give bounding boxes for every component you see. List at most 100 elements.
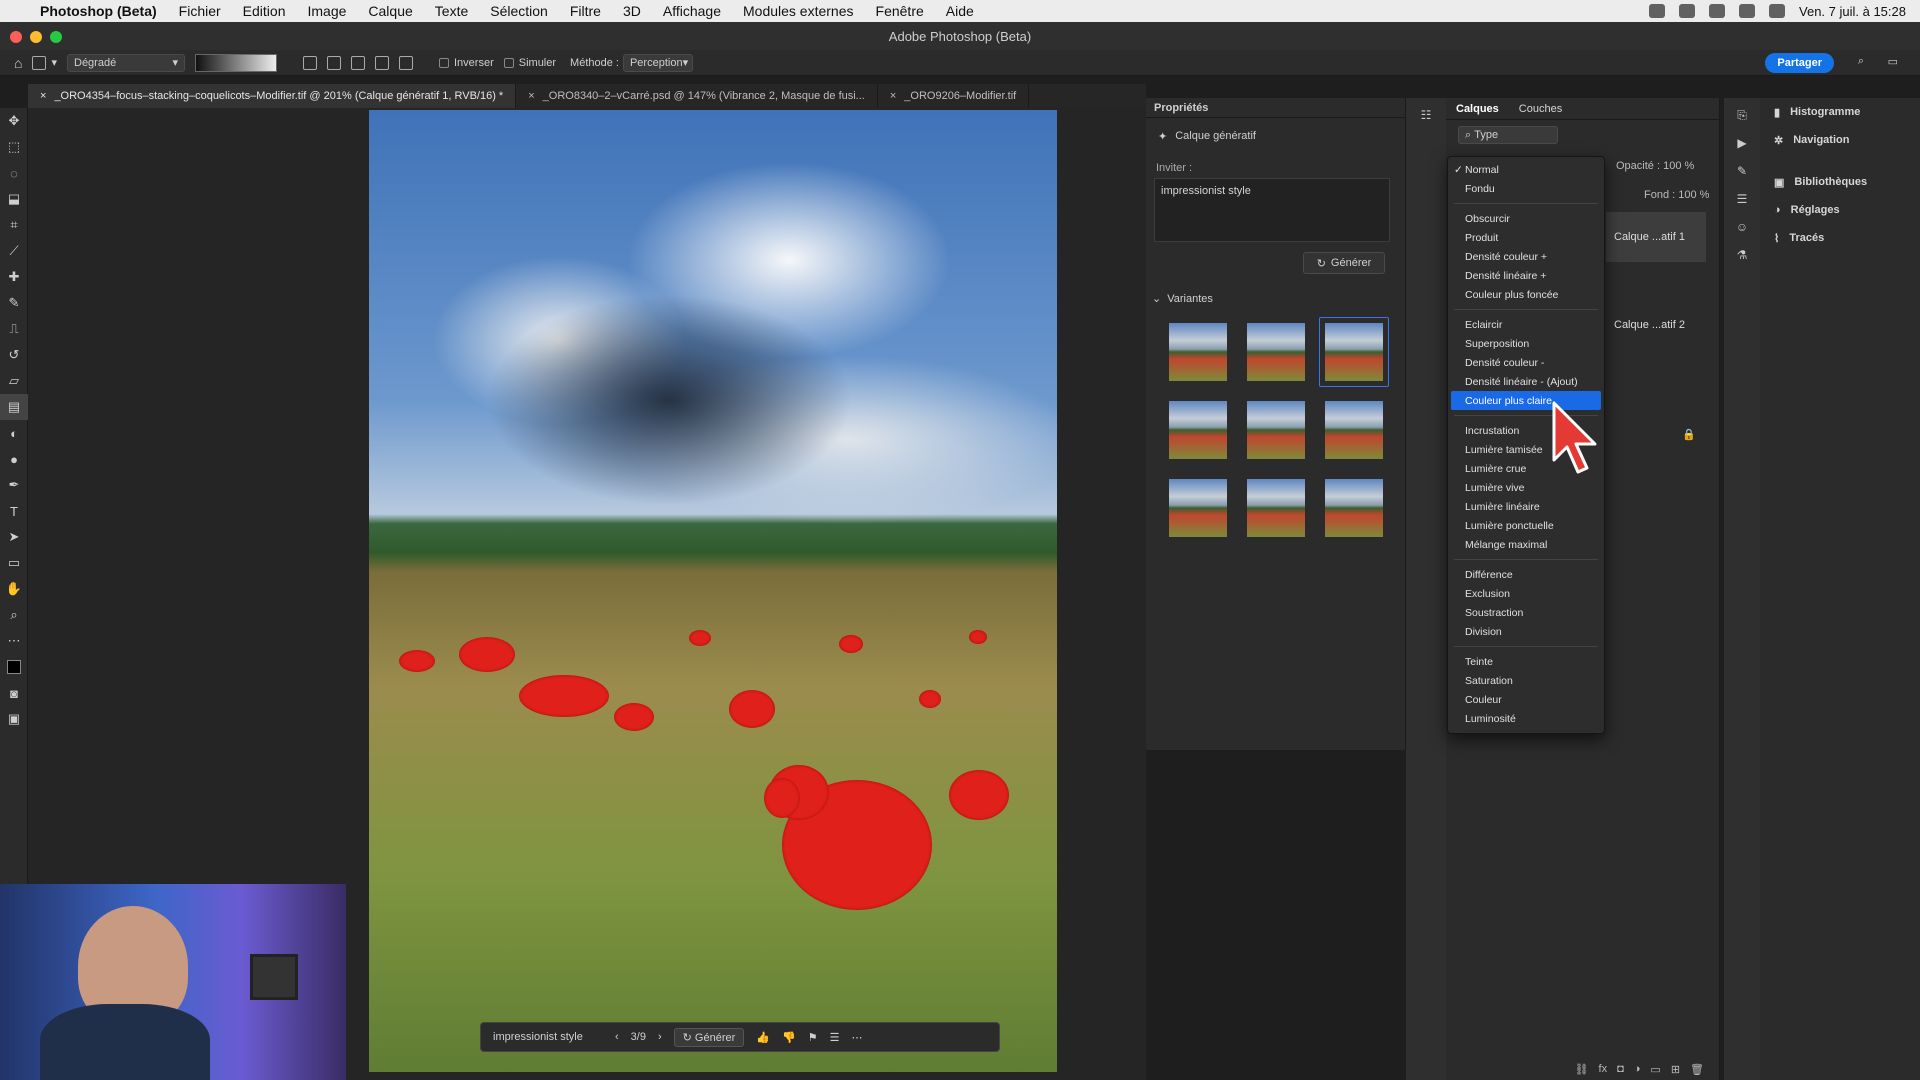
flask-icon[interactable]: ⚗ — [1733, 248, 1751, 266]
pen-tool-icon[interactable]: ✒ — [0, 472, 28, 498]
brush-tool-icon[interactable]: ✎ — [0, 290, 28, 316]
menu-texte[interactable]: Texte — [435, 3, 468, 19]
variant-thumb[interactable] — [1163, 395, 1233, 465]
blend-melange-maximal[interactable]: Mélange maximal — [1448, 535, 1604, 554]
blend-densite-lineaire-plus[interactable]: Densité linéaire + — [1448, 266, 1604, 285]
doc-tab-3[interactable]: × _ORO9206–Modifier.tif — [878, 84, 1030, 108]
menu-filtre[interactable]: Filtre — [570, 3, 601, 19]
crop-tool-icon[interactable]: ⌗ — [0, 212, 28, 238]
layer-row[interactable]: Calque ...atif 2 — [1606, 300, 1706, 350]
panel-adjustments[interactable]: ◑ Réglages — [1760, 196, 1920, 224]
variant-thumb[interactable] — [1241, 395, 1311, 465]
close-icon[interactable] — [10, 31, 22, 43]
menu-edition[interactable]: Edition — [243, 3, 286, 19]
variant-thumb-selected[interactable] — [1319, 317, 1389, 387]
zoom-icon[interactable] — [50, 31, 62, 43]
chevron-right-icon[interactable]: › — [658, 1031, 662, 1043]
minimize-icon[interactable] — [30, 31, 42, 43]
new-layer-icon[interactable]: ⊞ — [1671, 1063, 1680, 1076]
dodge-tool-icon[interactable]: ● — [0, 446, 28, 472]
trash-icon[interactable]: 🗑 — [1690, 1063, 1704, 1076]
close-icon[interactable]: × — [40, 90, 46, 102]
blend-produit[interactable]: Produit — [1448, 228, 1604, 247]
layer-row[interactable]: Calque ...atif 1 — [1606, 212, 1706, 262]
flag-icon[interactable]: ⚑ — [808, 1031, 818, 1044]
variant-thumb[interactable] — [1319, 473, 1389, 543]
menu-image[interactable]: Image — [307, 3, 346, 19]
lasso-tool-icon[interactable]: ◌ — [0, 160, 28, 186]
blend-densite-couleur-moins[interactable]: Densité couleur - — [1448, 353, 1604, 372]
person-icon[interactable]: ☺ — [1733, 220, 1751, 238]
blend-lumiere-ponctuelle[interactable]: Lumière ponctuelle — [1448, 516, 1604, 535]
blend-obscurcir[interactable]: Obscurcir — [1448, 209, 1604, 228]
search-icon[interactable] — [1769, 4, 1786, 18]
wifi-icon[interactable] — [1739, 4, 1756, 18]
quick-mask-icon[interactable]: ◙ — [0, 680, 28, 706]
blend-soustraction[interactable]: Soustraction — [1448, 603, 1604, 622]
fx-icon[interactable]: fx — [1599, 1063, 1608, 1075]
more-icon[interactable]: ⋯ — [851, 1031, 862, 1044]
menu-aide[interactable]: Aide — [946, 3, 974, 19]
blur-tool-icon[interactable]: ◐ — [0, 420, 28, 446]
gradient-tool-icon[interactable]: ▤ — [0, 394, 28, 420]
blend-superposition[interactable]: Superposition — [1448, 334, 1604, 353]
blend-fondu[interactable]: Fondu — [1448, 179, 1604, 198]
doc-tab-1[interactable]: × _ORO4354–focus–stacking–coquelicots–Mod… — [28, 84, 517, 108]
mask-icon[interactable]: ◘ — [1617, 1063, 1624, 1075]
history-icon[interactable]: ⎘ — [1733, 108, 1751, 126]
tab-layers[interactable]: Calques — [1456, 103, 1499, 115]
panel-paths[interactable]: ⌇ Tracés — [1760, 224, 1920, 252]
blend-difference[interactable]: Différence — [1448, 565, 1604, 584]
blend-lumiere-lineaire[interactable]: Lumière linéaire — [1448, 497, 1604, 516]
bluetooth-icon[interactable] — [1679, 4, 1696, 18]
genbar-generate-button[interactable]: ↻ Générer — [673, 1027, 745, 1047]
move-tool-icon[interactable]: ✥ — [0, 108, 28, 134]
variant-thumb[interactable] — [1163, 473, 1233, 543]
properties-generate-button[interactable]: ↻ Générer — [1303, 252, 1385, 274]
blend-normal[interactable]: ✓ Normal — [1448, 160, 1604, 179]
doc-tab-2[interactable]: × _ORO8340–2–vCarré.psd @ 147% (Vibrance … — [516, 84, 878, 108]
battery-icon[interactable] — [1709, 4, 1726, 18]
workspace-icon[interactable]: ▭ — [1888, 55, 1898, 68]
menu-fenetre[interactable]: Fenêtre — [876, 3, 924, 19]
opacity-field[interactable]: Opacité : 100 % — [1616, 160, 1694, 172]
color-swatches[interactable] — [0, 654, 28, 680]
menu-calque[interactable]: Calque — [368, 3, 412, 19]
methode-dropdown[interactable]: Perception ▾ — [622, 53, 693, 72]
blend-couleur[interactable]: Couleur — [1448, 690, 1604, 709]
tool-dropdown[interactable]: Dégradé ▾ — [67, 53, 185, 72]
blend-couleur-plus-foncee[interactable]: Couleur plus foncée — [1448, 285, 1604, 304]
healing-brush-icon[interactable]: ✚ — [0, 264, 28, 290]
variants-header[interactable]: ⌄ Variantes — [1152, 292, 1405, 306]
thumbs-up-icon[interactable]: 👍 — [756, 1031, 770, 1044]
panel-libraries[interactable]: ▣ Bibliothèques — [1760, 168, 1920, 196]
home-icon[interactable]: ⌂ — [14, 55, 22, 71]
blend-densite-couleur-plus[interactable]: Densité couleur + — [1448, 247, 1604, 266]
variant-thumb[interactable] — [1319, 395, 1389, 465]
blend-teinte[interactable]: Teinte — [1448, 652, 1604, 671]
menu-fichier[interactable]: Fichier — [179, 3, 221, 19]
object-select-tool-icon[interactable]: ⬓ — [0, 186, 28, 212]
blend-luminosite[interactable]: Luminosité — [1448, 709, 1604, 728]
hand-tool-icon[interactable]: ✋ — [0, 576, 28, 602]
close-icon[interactable]: × — [890, 90, 896, 102]
adjustment-layer-icon[interactable]: ◑ — [1634, 1063, 1641, 1075]
close-icon[interactable]: × — [528, 90, 534, 102]
link-icon[interactable]: ⛓ — [1575, 1063, 1589, 1076]
panel-histogram[interactable]: ▮ Histogramme — [1760, 98, 1920, 126]
blend-saturation[interactable]: Saturation — [1448, 671, 1604, 690]
chevron-left-icon[interactable]: ‹ — [615, 1031, 619, 1043]
tab-channels[interactable]: Couches — [1519, 103, 1562, 115]
dropbox-icon[interactable] — [1649, 4, 1666, 18]
share-button[interactable]: Partager — [1765, 53, 1834, 73]
menu-affichage[interactable]: Affichage — [663, 3, 721, 19]
genbar-prompt[interactable]: impressionist style — [493, 1031, 603, 1043]
document-image[interactable] — [369, 110, 1057, 1072]
menu-modules[interactable]: Modules externes — [743, 3, 854, 19]
type-tool-icon[interactable]: T — [0, 498, 28, 524]
variant-thumb[interactable] — [1163, 317, 1233, 387]
gradient-preview[interactable] — [195, 53, 277, 72]
more-tools-icon[interactable]: ⋯ — [0, 628, 28, 654]
group-icon[interactable]: ▭ — [1650, 1063, 1660, 1076]
shape-tool-icon[interactable]: ▭ — [0, 550, 28, 576]
